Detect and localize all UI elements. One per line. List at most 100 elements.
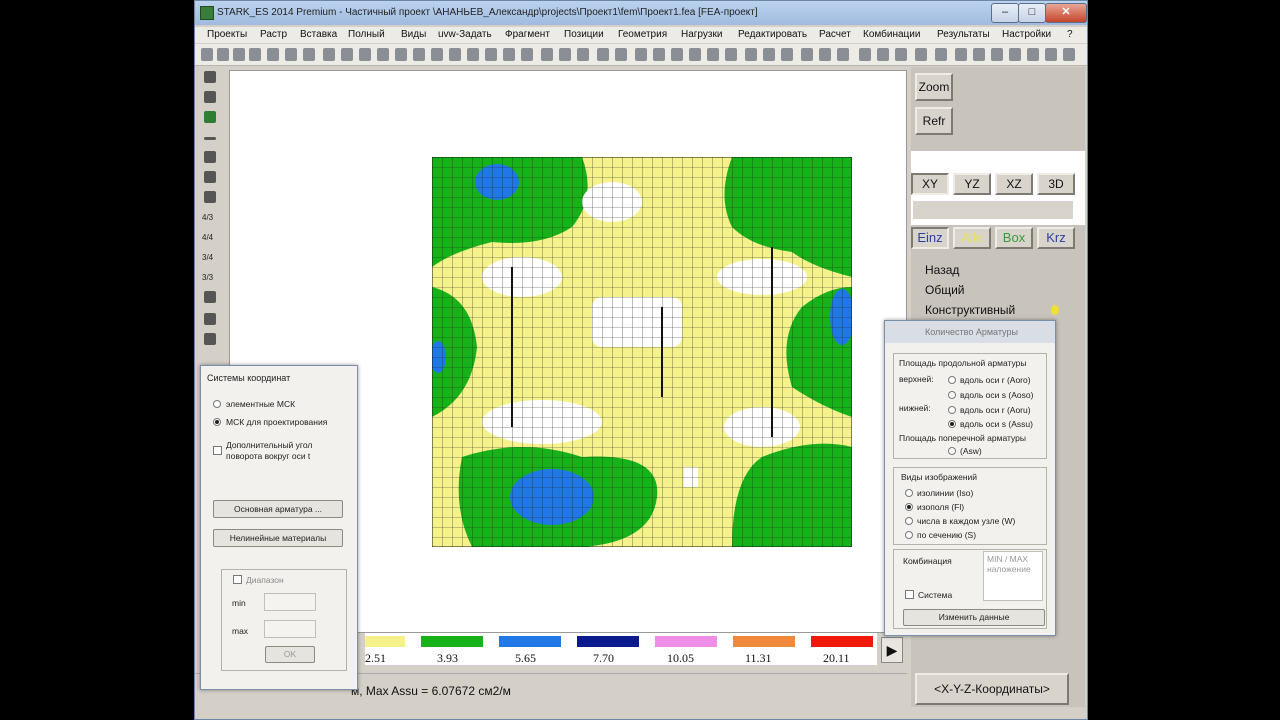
radio-aoru[interactable] <box>948 406 956 414</box>
change-data-button[interactable]: Изменить данные <box>903 609 1045 626</box>
close-button[interactable]: ✕ <box>1045 3 1087 23</box>
toolbar-icon[interactable] <box>689 48 701 61</box>
toolbar-icon[interactable] <box>449 48 461 61</box>
tool-icon[interactable] <box>204 191 216 203</box>
toolbar-icon[interactable] <box>413 48 425 61</box>
toolbar-icon[interactable] <box>559 48 571 61</box>
checkbox-system[interactable] <box>905 590 914 599</box>
toolbar-icon[interactable] <box>837 48 849 61</box>
menu-results[interactable]: Результаты <box>937 29 990 40</box>
toolbar-icon[interactable] <box>249 48 261 61</box>
maximize-button[interactable]: □ <box>1018 3 1046 23</box>
view-3d-button[interactable]: 3D <box>1037 173 1075 195</box>
tool-icon[interactable] <box>204 91 216 103</box>
radio-aoso[interactable] <box>948 391 956 399</box>
zoom-button[interactable]: Zoom <box>915 73 953 101</box>
tool-icon[interactable] <box>204 111 216 123</box>
toolbar-icon[interactable] <box>577 48 589 61</box>
radio-isolines[interactable] <box>905 489 913 497</box>
toolbar-icon[interactable] <box>285 48 297 61</box>
toolbar-icon[interactable] <box>485 48 497 61</box>
toolbar-icon[interactable] <box>973 48 985 61</box>
toolbar-icon[interactable] <box>781 48 793 61</box>
view-xy-button[interactable]: XY <box>911 173 949 195</box>
menu-combinations[interactable]: Комбинации <box>863 29 920 40</box>
menu-calc[interactable]: Расчет <box>819 29 851 40</box>
toolbar-icon[interactable] <box>991 48 1003 61</box>
toolbar-icon[interactable] <box>521 48 533 61</box>
menu-settings[interactable]: Настройки <box>1002 29 1051 40</box>
checkbox-range[interactable] <box>233 575 242 584</box>
toolbar-icon[interactable] <box>217 48 229 61</box>
radio-isofields[interactable] <box>905 503 913 511</box>
toolbar-icon[interactable] <box>859 48 871 61</box>
menu-full[interactable]: Полный <box>348 29 385 40</box>
ok-button[interactable]: OK <box>265 646 315 663</box>
view-xz-button[interactable]: XZ <box>995 173 1033 195</box>
tool-label[interactable]: 3/3 <box>202 273 213 282</box>
toolbar-icon[interactable] <box>1009 48 1021 61</box>
coordinates-button[interactable]: <X-Y-Z-Координаты> <box>915 673 1069 705</box>
menu-uvw[interactable]: uvw-Задать <box>438 29 492 40</box>
toolbar-icon[interactable] <box>1027 48 1039 61</box>
toolbar-icon[interactable] <box>201 48 213 61</box>
play-icon[interactable]: ▶ <box>881 637 903 663</box>
toolbar-icon[interactable] <box>653 48 665 61</box>
radio-aoro[interactable] <box>948 376 956 384</box>
toolbar-icon[interactable] <box>615 48 627 61</box>
toolbar-icon[interactable] <box>431 48 443 61</box>
toolbar-icon[interactable] <box>801 48 813 61</box>
contour-plot[interactable] <box>432 157 852 547</box>
menu-loads[interactable]: Нагрузки <box>681 29 722 40</box>
nav-general[interactable]: Общий <box>925 283 965 297</box>
toolbar-icon[interactable] <box>915 48 927 61</box>
max-field[interactable] <box>264 620 316 638</box>
toolbar-icon[interactable] <box>877 48 889 61</box>
toolbar-icon[interactable] <box>359 48 371 61</box>
toolbar-icon[interactable] <box>935 48 947 61</box>
toolbar-icon[interactable] <box>303 48 315 61</box>
tool-icon[interactable] <box>204 333 216 345</box>
toolbar-icon[interactable] <box>233 48 245 61</box>
min-field[interactable] <box>264 593 316 611</box>
menu-positions[interactable]: Позиции <box>564 29 604 40</box>
toolbar-icon[interactable] <box>323 48 335 61</box>
toolbar-icon[interactable] <box>635 48 647 61</box>
mode-alle-button[interactable]: Alle <box>953 227 991 249</box>
menu-views[interactable]: Виды <box>401 29 426 40</box>
mode-krz-button[interactable]: Krz <box>1037 227 1075 249</box>
tool-icon[interactable] <box>204 313 216 325</box>
menu-fragment[interactable]: Фрагмент <box>505 29 550 40</box>
radio-assu[interactable] <box>948 420 956 428</box>
toolbar-icon[interactable] <box>395 48 407 61</box>
menu-projects[interactable]: Проекты <box>207 29 247 40</box>
toolbar-icon[interactable] <box>597 48 609 61</box>
toolbar-icon[interactable] <box>707 48 719 61</box>
mode-box-button[interactable]: Box <box>995 227 1033 249</box>
menu-geometry[interactable]: Геометрия <box>618 29 667 40</box>
radio-element-csys[interactable] <box>213 400 221 408</box>
tool-icon[interactable] <box>204 151 216 163</box>
radio-section[interactable] <box>905 531 913 539</box>
radio-asw[interactable] <box>948 447 956 455</box>
toolbar-icon[interactable] <box>1063 48 1075 61</box>
toolbar-icon[interactable] <box>377 48 389 61</box>
menu-help[interactable]: ? <box>1067 29 1073 40</box>
radio-design-csys[interactable] <box>213 418 221 426</box>
main-reinforcement-button[interactable]: Основная арматура ... <box>213 500 343 518</box>
tool-label[interactable]: 4/3 <box>202 213 213 222</box>
menu-raster[interactable]: Растр <box>260 29 287 40</box>
toolbar-icon[interactable] <box>955 48 967 61</box>
radio-numbers[interactable] <box>905 517 913 525</box>
toolbar-icon[interactable] <box>467 48 479 61</box>
nav-structural[interactable]: Конструктивный <box>925 303 1015 317</box>
toolbar-icon[interactable] <box>503 48 515 61</box>
toolbar-icon[interactable] <box>1045 48 1057 61</box>
nav-back[interactable]: Назад <box>925 263 959 277</box>
tool-label[interactable]: 4/4 <box>202 233 213 242</box>
refresh-button[interactable]: Refr <box>915 107 953 135</box>
toolbar-icon[interactable] <box>541 48 553 61</box>
checkbox-extra-angle[interactable] <box>213 446 222 455</box>
minimize-button[interactable]: – <box>991 3 1019 23</box>
toolbar-icon[interactable] <box>671 48 683 61</box>
